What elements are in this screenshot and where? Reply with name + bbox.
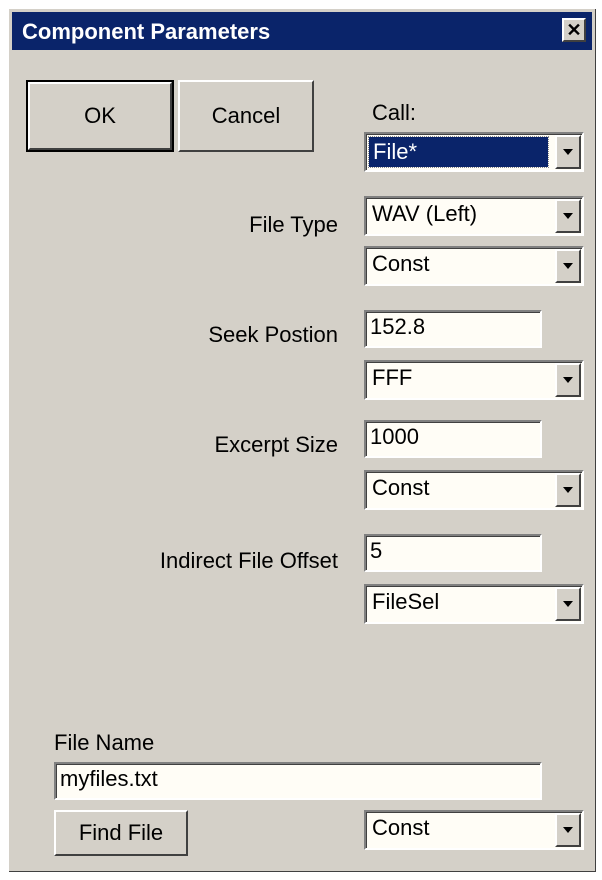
chevron-down-icon — [563, 149, 573, 155]
indirect-offset-mode-value: FileSel — [372, 589, 440, 614]
indirect-offset-input[interactable]: 5 — [364, 534, 542, 572]
ok-button-label: OK — [84, 103, 116, 128]
cancel-button-label: Cancel — [211, 103, 281, 128]
seek-position-mode-dropdown-arrow[interactable] — [555, 363, 581, 397]
file-type-mode-select[interactable]: Const — [364, 246, 584, 286]
excerpt-size-mode-select[interactable]: Const — [364, 470, 584, 510]
indirect-offset-mode-dropdown-arrow[interactable] — [555, 587, 581, 621]
indirect-offset-label: Indirect File Offset — [159, 548, 338, 573]
call-select-value: File* — [368, 136, 549, 168]
seek-position-label: Seek Postion — [208, 322, 338, 347]
dialog-window: Component Parameters ✕ OK Cancel Call: F… — [8, 8, 596, 872]
chevron-down-icon — [563, 213, 573, 219]
chevron-down-icon — [563, 487, 573, 493]
file-type-mode-value: Const — [372, 251, 430, 276]
seek-position-mode-value: FFF — [372, 365, 413, 390]
window-title: Component Parameters — [22, 19, 271, 44]
seek-position-mode-select[interactable]: FFF — [364, 360, 584, 400]
excerpt-size-input[interactable]: 1000 — [364, 420, 542, 458]
file-name-label: File Name — [54, 730, 155, 755]
close-button[interactable]: ✕ — [562, 18, 586, 42]
chevron-down-icon — [563, 263, 573, 269]
file-type-label: File Type — [249, 212, 338, 237]
indirect-offset-mode-select[interactable]: FileSel — [364, 584, 584, 624]
close-icon: ✕ — [566, 20, 582, 40]
file-type-mode-dropdown-arrow[interactable] — [555, 249, 581, 283]
call-select[interactable]: File* — [364, 132, 584, 172]
excerpt-size-mode-value: Const — [372, 475, 430, 500]
file-type-dropdown-arrow[interactable] — [555, 199, 581, 233]
excerpt-size-mode-dropdown-arrow[interactable] — [555, 473, 581, 507]
find-file-button[interactable]: Find File — [54, 810, 188, 856]
title-bar[interactable]: Component Parameters ✕ — [12, 12, 592, 50]
excerpt-size-label: Excerpt Size — [214, 432, 339, 457]
find-file-button-label: Find File — [78, 820, 164, 845]
file-type-select[interactable]: WAV (Left) — [364, 196, 584, 236]
file-name-mode-value: Const — [372, 815, 430, 840]
chevron-down-icon — [563, 377, 573, 383]
chevron-down-icon — [563, 827, 573, 833]
seek-position-input[interactable]: 152.8 — [364, 310, 542, 348]
file-name-mode-select[interactable]: Const — [364, 810, 584, 850]
chevron-down-icon — [563, 601, 573, 607]
file-name-mode-dropdown-arrow[interactable] — [555, 813, 581, 847]
cancel-button[interactable]: Cancel — [178, 80, 314, 152]
file-type-value: WAV (Left) — [372, 201, 478, 226]
call-dropdown-arrow[interactable] — [555, 135, 581, 169]
ok-button[interactable]: OK — [26, 80, 174, 152]
file-name-input[interactable]: myfiles.txt — [54, 762, 542, 800]
call-label: Call: — [372, 100, 417, 125]
